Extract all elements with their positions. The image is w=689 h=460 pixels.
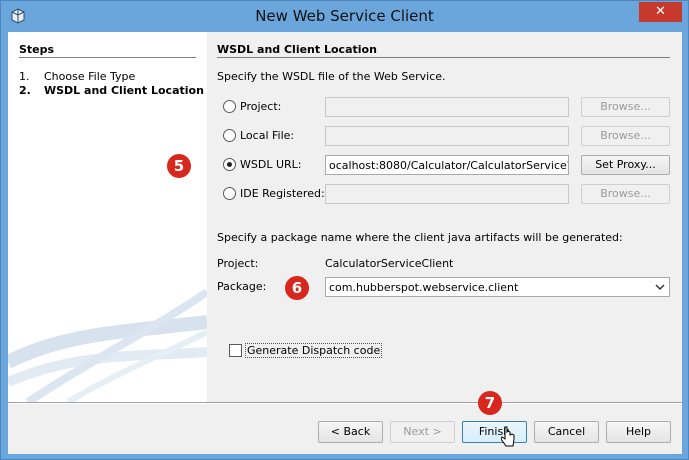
wsdl-prompt: Specify the WSDL file of the Web Service… xyxy=(217,70,446,83)
step-item-choose-file-type: 1. Choose File Type xyxy=(19,70,135,83)
project-radio[interactable] xyxy=(223,100,236,113)
step-item-wsdl-client-location: 2. WSDL and Client Location xyxy=(19,84,204,97)
finish-button[interactable]: Finish xyxy=(462,421,527,443)
footer-divider-highlight xyxy=(8,403,682,404)
package-prompt: Specify a package name where the client … xyxy=(217,231,623,244)
mouse-cursor-icon xyxy=(501,426,515,447)
next-button[interactable]: Next > xyxy=(390,421,455,443)
wsdl-url-field[interactable]: ocalhost:8080/Calculator/CalculatorServi… xyxy=(325,155,569,175)
ide-registered-field[interactable] xyxy=(325,184,569,204)
ide-registered-browse-button[interactable]: Browse... xyxy=(581,184,670,204)
wizard-panel: WSDL and Client Location Specify the WSD… xyxy=(207,32,682,402)
annotation-badge-7: 7 xyxy=(478,391,502,415)
project-browse-button[interactable]: Browse... xyxy=(581,97,670,117)
ide-registered-radio-label: IDE Registered: xyxy=(240,187,325,200)
panel-divider xyxy=(217,57,670,58)
dialog-body: Steps 1. Choose File Type 2. WSDL and Clie… xyxy=(8,32,682,454)
local-file-radio-label: Local File: xyxy=(240,129,295,142)
window-title: New Web Service Client xyxy=(255,7,434,25)
panel-title: WSDL and Client Location xyxy=(217,43,377,56)
generate-dispatch-label[interactable]: Generate Dispatch code xyxy=(245,343,383,358)
local-file-field[interactable] xyxy=(325,126,569,146)
package-combobox[interactable]: com.hubberspot.webservice.client xyxy=(325,277,670,297)
close-icon: ✕ xyxy=(655,4,666,19)
annotation-badge-6: 6 xyxy=(285,276,309,300)
steps-pane: Steps 1. Choose File Type 2. WSDL and Clie… xyxy=(8,32,207,402)
project-field[interactable] xyxy=(325,97,569,117)
step-label: WSDL and Client Location xyxy=(44,84,204,97)
chevron-down-icon[interactable] xyxy=(654,281,666,293)
generate-dispatch-checkbox[interactable] xyxy=(229,344,242,357)
steps-divider xyxy=(19,57,196,58)
local-file-radio[interactable] xyxy=(223,129,236,142)
set-proxy-button[interactable]: Set Proxy... xyxy=(581,155,670,175)
annotation-badge-5: 5 xyxy=(167,154,191,178)
step-number: 1. xyxy=(19,70,30,83)
dialog-window: New Web Service Client ✕ Steps 1. Choose … xyxy=(0,0,689,460)
help-button[interactable]: Help xyxy=(606,421,671,443)
project-label: Project: xyxy=(217,257,259,270)
close-button[interactable]: ✕ xyxy=(639,2,682,22)
title-bar: New Web Service Client ✕ xyxy=(1,1,688,31)
step-number: 2. xyxy=(19,84,31,97)
package-label: Package: xyxy=(217,280,267,293)
project-radio-label: Project: xyxy=(240,100,282,113)
package-value: com.hubberspot.webservice.client xyxy=(329,281,519,294)
local-file-browse-button[interactable]: Browse... xyxy=(581,126,670,146)
steps-title: Steps xyxy=(19,43,55,56)
project-value: CalculatorServiceClient xyxy=(325,257,454,270)
back-button[interactable]: < Back xyxy=(318,421,383,443)
ide-registered-radio[interactable] xyxy=(223,187,236,200)
wsdl-url-radio[interactable] xyxy=(223,158,236,171)
step-label: Choose File Type xyxy=(44,70,136,83)
cancel-button[interactable]: Cancel xyxy=(534,421,599,443)
wsdl-url-radio-label: WSDL URL: xyxy=(240,158,302,171)
